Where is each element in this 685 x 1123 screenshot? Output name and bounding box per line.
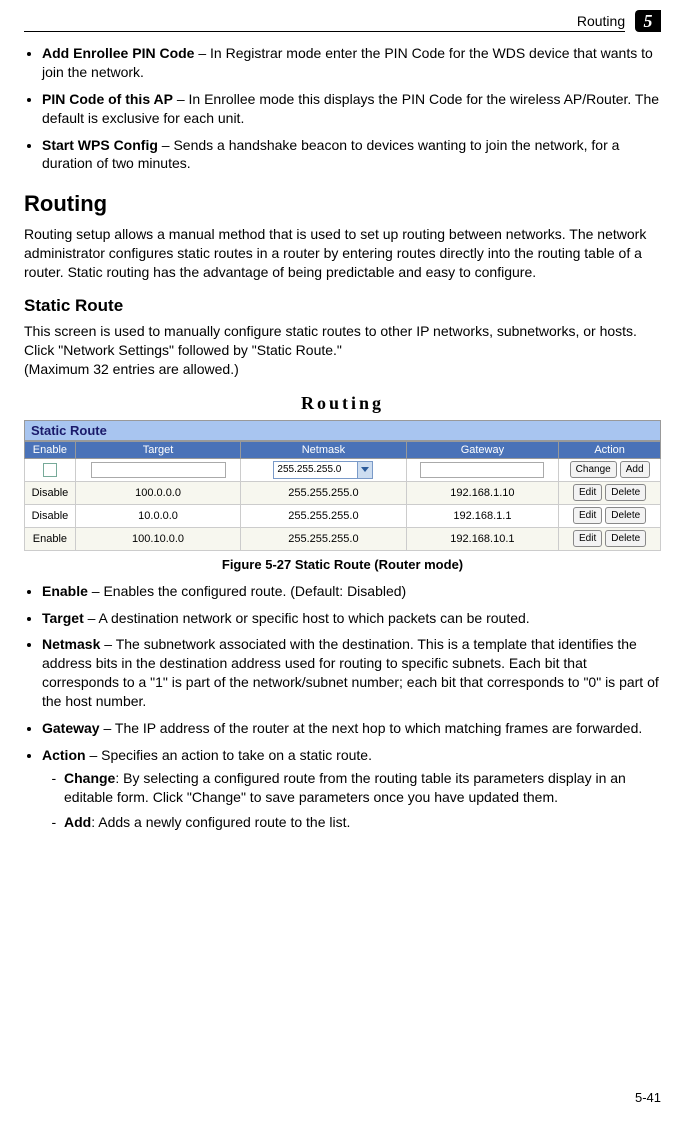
cell-enable: Enable	[25, 527, 76, 550]
def-item: Action – Specifies an action to take on …	[42, 746, 661, 832]
term: Start WPS Config	[42, 137, 158, 153]
col-target: Target	[75, 441, 240, 458]
static-route-paragraph: This screen is used to manually configur…	[24, 322, 661, 379]
def-item: Gateway – The IP address of the router a…	[42, 719, 661, 738]
sub-term: Add	[64, 814, 91, 830]
chevron-down-icon	[357, 462, 372, 478]
change-button[interactable]: Change	[570, 461, 617, 478]
action-sublist: Change: By selecting a configured route …	[42, 769, 661, 832]
def-item: Target – A destination network or specif…	[42, 609, 661, 628]
def-text: – A destination network or specific host…	[84, 610, 530, 626]
delete-button[interactable]: Delete	[605, 530, 646, 547]
def-term: Gateway	[42, 720, 100, 736]
cell-target: 100.10.0.0	[75, 527, 240, 550]
cell-netmask: 255.255.255.0	[241, 527, 406, 550]
header-section: Routing	[577, 13, 625, 29]
def-text: – The IP address of the router at the ne…	[100, 720, 643, 736]
figure-title: Routing	[24, 393, 661, 414]
col-enable: Enable	[25, 441, 76, 458]
heading-routing: Routing	[24, 191, 661, 217]
intro-bullet: PIN Code of this AP – In Enrollee mode t…	[42, 90, 661, 128]
sub-term: Change	[64, 770, 115, 786]
cell-netmask: 255.255.255.0	[241, 481, 406, 504]
input-row: 255.255.255.0 Change Add	[25, 458, 661, 481]
cell-target: 100.0.0.0	[75, 481, 240, 504]
cell-netmask: 255.255.255.0	[241, 504, 406, 527]
def-item: Netmask – The subnetwork associated with…	[42, 635, 661, 711]
intro-bullet: Start WPS Config – Sends a handshake bea…	[42, 136, 661, 174]
cell-gateway: 192.168.1.10	[406, 481, 559, 504]
table-row: Disable 10.0.0.0 255.255.255.0 192.168.1…	[25, 504, 661, 527]
figure-static-route: Routing Static Route Enable Target Netma…	[24, 393, 661, 572]
def-item: Enable – Enables the configured route. (…	[42, 582, 661, 601]
col-netmask: Netmask	[241, 441, 406, 458]
panel-header: Static Route	[24, 420, 661, 441]
delete-button[interactable]: Delete	[605, 507, 646, 524]
cell-enable: Disable	[25, 481, 76, 504]
term: PIN Code of this AP	[42, 91, 173, 107]
add-button[interactable]: Add	[620, 461, 650, 478]
target-input[interactable]	[91, 462, 226, 478]
delete-button[interactable]: Delete	[605, 484, 646, 501]
cell-target: 10.0.0.0	[75, 504, 240, 527]
netmask-select-value: 255.255.255.0	[277, 464, 341, 475]
cell-gateway: 192.168.1.1	[406, 504, 559, 527]
def-term: Target	[42, 610, 84, 626]
definitions-list: Enable – Enables the configured route. (…	[24, 582, 661, 832]
heading-static-route: Static Route	[24, 296, 661, 316]
edit-button[interactable]: Edit	[573, 484, 602, 501]
def-term: Netmask	[42, 636, 100, 652]
netmask-select[interactable]: 255.255.255.0	[273, 461, 373, 479]
table-row: Disable 100.0.0.0 255.255.255.0 192.168.…	[25, 481, 661, 504]
sub-text: : By selecting a configured route from t…	[64, 770, 626, 805]
sub-item: Add: Adds a newly configured route to th…	[64, 813, 661, 832]
header-chapter-box: 5	[635, 10, 661, 32]
edit-button[interactable]: Edit	[573, 530, 602, 547]
def-term: Enable	[42, 583, 88, 599]
figure-caption: Figure 5-27 Static Route (Router mode)	[24, 557, 661, 572]
enable-checkbox[interactable]	[43, 463, 57, 477]
def-text: – Specifies an action to take on a stati…	[86, 747, 372, 763]
cell-enable: Disable	[25, 504, 76, 527]
sub-item: Change: By selecting a configured route …	[64, 769, 661, 807]
edit-button[interactable]: Edit	[573, 507, 602, 524]
static-route-text-b: (Maximum 32 entries are allowed.)	[24, 361, 239, 377]
term: Add Enrollee PIN Code	[42, 45, 194, 61]
intro-bullet-list: Add Enrollee PIN Code – In Registrar mod…	[24, 44, 661, 173]
sub-text: : Adds a newly configured route to the l…	[91, 814, 350, 830]
table-row: Enable 100.10.0.0 255.255.255.0 192.168.…	[25, 527, 661, 550]
col-gateway: Gateway	[406, 441, 559, 458]
cell-gateway: 192.168.10.1	[406, 527, 559, 550]
routing-paragraph: Routing setup allows a manual method tha…	[24, 225, 661, 282]
def-term: Action	[42, 747, 86, 763]
col-action: Action	[559, 441, 661, 458]
def-text: – The subnetwork associated with the des…	[42, 636, 659, 709]
static-route-text-a: This screen is used to manually configur…	[24, 323, 637, 358]
page-header: Routing 5	[24, 10, 661, 36]
intro-bullet: Add Enrollee PIN Code – In Registrar mod…	[42, 44, 661, 82]
page-number: 5-41	[635, 1090, 661, 1105]
def-text: – Enables the configured route. (Default…	[88, 583, 406, 599]
static-route-table: Enable Target Netmask Gateway Action 255…	[24, 441, 661, 551]
gateway-input[interactable]	[420, 462, 544, 478]
